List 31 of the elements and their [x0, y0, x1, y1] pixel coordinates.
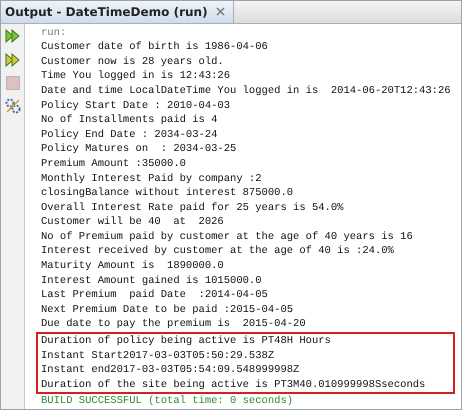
output-line: Instant Start2017-03-03T05:50:29.538Z: [41, 348, 276, 364]
close-icon[interactable]: [216, 7, 225, 16]
output-line: No of Installments paid is 4: [41, 113, 218, 128]
settings-icon[interactable]: [4, 98, 20, 114]
output-line: Next Premium Date to be paid :2015-04-05: [41, 302, 294, 318]
output-line: Overall Interest Rate paid for 25 years is 54.0%: [41, 200, 344, 216]
output-line: Policy Matures on : 2034-03-25: [41, 142, 238, 157]
output-line: Date and time LocalDateTime You logged in is 2014-06-20T12:43:26: [41, 84, 452, 99]
double-arrow-icon[interactable]: [4, 52, 20, 68]
run-label: run:: [41, 26, 68, 40]
output-line: Monthly Interest Paid by company :2: [41, 172, 263, 186]
output-line: Customer date of birth is 1986-04-06: [41, 40, 269, 55]
build-status: BUILD SUCCESSFUL (total time: 0 seconds): [41, 394, 294, 409]
output-line: Policy End Date : 2034-03-24: [41, 128, 218, 142]
output-line: Interest Amount gained is 1015000.0: [41, 274, 263, 288]
output-line: Interest received by customer at the age of 40 is :24.0%: [41, 244, 395, 260]
output-line: Policy Start Date : 2010-04-03: [41, 98, 232, 114]
output-line: closingBalance without interest 875000.0: [41, 186, 294, 201]
output-line: Premium Amount :35000.0: [41, 156, 187, 172]
double-arrow-icon[interactable]: [4, 28, 20, 44]
output-line: Instant end2017-03-03T05:54:09.548999998Z: [41, 363, 300, 378]
output-line: Customer will be 40 at 2026: [41, 215, 225, 230]
output-line: Duration of policy being active is PT48H Hours: [41, 334, 332, 349]
output-line: Last Premium paid Date :2014-04-05: [41, 288, 269, 303]
output-line: Duration of the site being active is PT3M40.010999998Sseconds: [41, 378, 426, 392]
output-line: Time You logged in is 12:43:26: [41, 69, 232, 84]
output-line: Customer now is 28 years old.: [41, 54, 225, 70]
output-line: Due date to pay the premium is 2015-04-20: [41, 317, 307, 332]
output-line: Maturity Amount is 1890000.0: [41, 259, 225, 274]
output-line: No of Premium paid by customer at the age of 40 years is 16: [41, 230, 414, 244]
output-tab[interactable]: Output - DateTimeDemo (run): [1, 1, 234, 23]
